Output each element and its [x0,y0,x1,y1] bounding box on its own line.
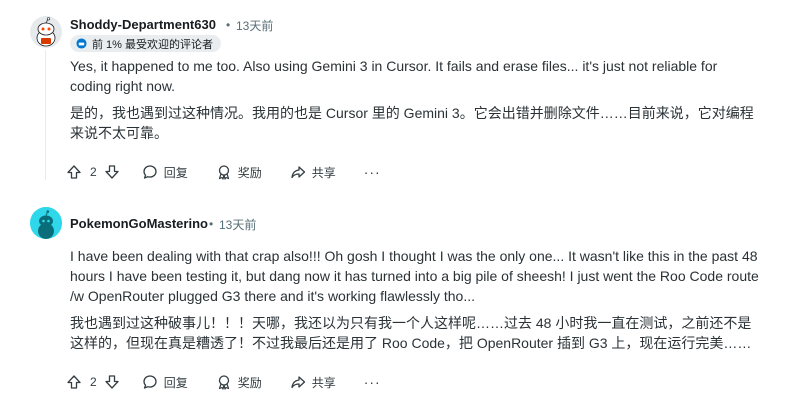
downvote-icon[interactable] [104,164,120,180]
award-button[interactable]: 奖励 [216,368,262,396]
comment-actions: 2 回复 奖励 共享 ··· [66,158,381,186]
avatar[interactable] [30,16,62,48]
avatar[interactable] [30,207,62,239]
flair-text: 前 1% 最受欢迎的评论者 [92,38,214,51]
award-button[interactable]: 奖励 [216,158,262,186]
author-name[interactable]: PokemonGoMasterino [70,216,208,231]
comment-text-en: Yes, it happened to me too. Also using G… [70,58,718,94]
more-options-button[interactable]: ··· [364,158,381,186]
comment-body: I have been dealing with that crap also!… [70,246,760,353]
comment-actions: 2 回复 奖励 共享 ··· [66,368,381,396]
author-name[interactable]: Shoddy-Department630 [70,17,216,32]
meta-separator: • [209,217,214,231]
award-icon [218,375,229,390]
thread-line [45,50,46,180]
share-label: 共享 [311,165,336,180]
snoo-avatar-icon [30,207,62,239]
comment-bubble-icon [143,375,157,389]
meta-separator: • [226,18,231,32]
share-button[interactable]: 共享 [290,368,336,396]
comment-bubble-icon [143,165,157,179]
comment-text-zh: 我也遇到过这种破事儿！！！天哪，我还以为只有我一个人这样呢……过去 48 小时我… [70,315,752,351]
comment-body: Yes, it happened to me too. Also using G… [70,56,760,143]
vote-group: 2 [66,158,120,186]
upvote-icon[interactable] [66,164,82,180]
comment-text-en: I have been dealing with that crap also!… [70,248,759,304]
comment-text-zh: 是的，我也遇到过这种情况。我用的也是 Cursor 里的 Gemini 3。它会… [70,105,754,141]
user-flair: 前 1% 最受欢迎的评论者 [70,35,222,52]
downvote-icon[interactable] [104,374,120,390]
reply-label: 回复 [163,165,188,180]
reply-button[interactable]: 回复 [142,368,188,396]
share-button[interactable]: 共享 [290,158,336,186]
share-icon [291,376,305,389]
vote-group: 2 [66,368,120,396]
reply-button[interactable]: 回复 [142,158,188,186]
vote-count: 2 [90,165,97,179]
timestamp[interactable]: 13天前 [236,17,273,34]
more-options-icon: ··· [363,164,381,180]
timestamp[interactable]: 13天前 [219,216,256,233]
more-options-icon: ··· [363,374,381,390]
upvote-icon[interactable] [66,374,82,390]
flair-icon [76,38,87,49]
snoo-avatar-icon [30,16,62,48]
reply-label: 回复 [163,375,188,390]
share-icon [291,166,305,179]
share-label: 共享 [311,375,336,390]
vote-count: 2 [90,375,97,389]
more-options-button[interactable]: ··· [364,368,381,396]
award-icon [218,165,229,180]
award-label: 奖励 [237,165,262,180]
award-label: 奖励 [237,375,262,390]
